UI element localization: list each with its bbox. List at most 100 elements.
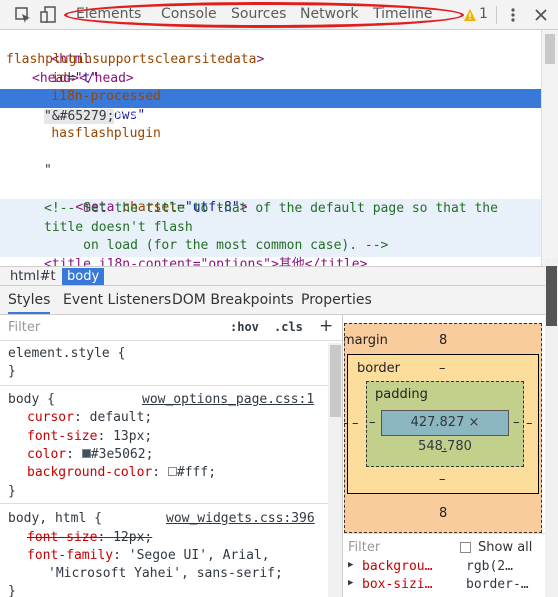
prop-value: 'Segoe UI', Arial,: [128, 548, 270, 563]
margin-top-value[interactable]: 8: [439, 333, 447, 348]
tree-line-title[interactable]: <title i18n-content="options">其他</title>: [44, 256, 367, 266]
tag-close: >: [256, 52, 265, 67]
computed-scrollbar[interactable]: [545, 258, 558, 597]
body-rule[interactable]: body { wow_options_page.css:1 cursor: de…: [0, 388, 328, 504]
style-property[interactable]: font-family: 'Segoe UI', Arial,: [27, 547, 270, 565]
padding-left-value[interactable]: –: [369, 415, 376, 430]
show-all-checkbox[interactable]: [460, 542, 471, 553]
border-label: border: [357, 361, 400, 376]
border-right-value[interactable]: –: [526, 416, 533, 431]
prop-name: font-family: [27, 548, 114, 563]
computed-row[interactable]: ▶ backgrou… rgb(2…: [344, 559, 558, 577]
prop-name: background-color: [27, 465, 153, 480]
more-icon[interactable]: [504, 6, 522, 24]
styles-scrollbar[interactable]: [328, 343, 342, 597]
styles-filter-input[interactable]: Filter: [8, 320, 40, 335]
prop-value: #3e5062;: [90, 447, 154, 462]
border-bottom-value[interactable]: –: [439, 472, 446, 487]
text-node: "&#65279;: [44, 109, 115, 124]
padding-right-value[interactable]: –: [513, 415, 520, 430]
styles-filter-row: Filter :hov .cls +: [0, 315, 342, 341]
rule-source-link[interactable]: wow_options_page.css:1: [142, 391, 314, 409]
dollar-zero: == $0: [131, 108, 171, 124]
tab-sources[interactable]: Sources: [231, 6, 286, 22]
close-icon[interactable]: [532, 6, 550, 24]
sidebar-tabs: Styles Event Listeners DOM Breakpoints P…: [0, 286, 558, 315]
element-style-rule[interactable]: element.style { }: [0, 343, 328, 386]
prop-name: cursor: [27, 410, 74, 425]
computed-list: ▶ backgrou… rgb(2… ▶ box-sizi… border-…: [344, 559, 558, 595]
style-property[interactable]: font-size: 13px;: [27, 428, 152, 446]
tab-properties[interactable]: Properties: [301, 292, 372, 308]
color-swatch[interactable]: [81, 449, 91, 458]
computed-pane: margin 8 – 8 border – – – – padding – – …: [344, 315, 558, 597]
style-property[interactable]: cursor: default;: [27, 409, 152, 427]
tab-event-listeners[interactable]: Event Listeners: [63, 292, 171, 308]
border-top-value[interactable]: –: [439, 361, 446, 376]
prop-value: default;: [89, 410, 153, 425]
expand-arrow-icon[interactable]: ▶: [348, 578, 353, 588]
scrollbar-thumb[interactable]: [545, 34, 555, 64]
tree-line-comment-3: on load (for the most common case). -->: [44, 238, 389, 253]
tab-elements[interactable]: Elements: [76, 6, 141, 22]
padding-label: padding: [375, 387, 428, 402]
style-property-continuation: 'Microsoft Yahei', sans-serif;: [48, 566, 283, 581]
tab-network[interactable]: Network: [300, 6, 358, 22]
expand-arrow-icon[interactable]: ▶: [348, 560, 353, 570]
prop-name: font-size: [27, 530, 98, 545]
rule-selector: body {: [8, 392, 55, 407]
computed-filter-row: Filter Show all: [344, 533, 558, 559]
breadcrumb: html#t body: [0, 266, 558, 286]
tree-line-comment[interactable]: <!-- Set the title to that of the defaul…: [44, 200, 498, 218]
styles-pane: Filter :hov .cls + element.style { } bod…: [0, 315, 343, 597]
elements-scrollbar[interactable]: [541, 30, 558, 266]
attr-name: flashpluginsupportsclearsitedata: [6, 52, 257, 67]
margin-label: margin: [344, 333, 388, 348]
prop-value: 12px;: [113, 530, 153, 545]
tab-timeline[interactable]: Timeline: [373, 6, 433, 22]
style-property-overridden[interactable]: font-size: 12px;: [27, 529, 152, 547]
box-model-border[interactable]: border – – – – padding – – – 427.827 × 5…: [347, 354, 539, 494]
computed-prop-value: rgb(2…: [466, 559, 513, 574]
device-mode-icon[interactable]: [40, 6, 58, 24]
body-html-rule[interactable]: body, html { wow_widgets.css:396 font-si…: [0, 507, 328, 597]
computed-filter-input[interactable]: Filter: [348, 540, 380, 555]
computed-prop-name: backgrou…: [362, 559, 433, 574]
rule-selector: body, html {: [8, 511, 102, 526]
tree-line-comment-2: title doesn't flash: [44, 220, 193, 235]
prop-name: color: [27, 447, 67, 462]
cls-toggle[interactable]: .cls: [274, 320, 303, 334]
hov-toggle[interactable]: :hov: [230, 320, 259, 334]
show-all-label: Show all: [478, 540, 533, 555]
style-property[interactable]: background-color: #fff;: [27, 464, 216, 482]
toolbar-divider: [496, 6, 497, 24]
scrollbar-thumb[interactable]: [546, 266, 557, 326]
add-rule-button[interactable]: +: [319, 316, 333, 336]
prop-value: #fff;: [176, 465, 217, 480]
inspect-icon[interactable]: [14, 6, 32, 24]
warning-icon[interactable]: [463, 8, 477, 22]
style-property[interactable]: color: #3e5062;: [27, 446, 153, 464]
scrollbar-thumb[interactable]: [330, 345, 341, 417]
tab-styles[interactable]: Styles: [8, 292, 51, 314]
tab-dom-breakpoints[interactable]: DOM Breakpoints: [172, 292, 294, 308]
rule-source-link[interactable]: wow_widgets.css:396: [166, 510, 315, 528]
prop-value: 13px;: [113, 429, 153, 444]
rule-close: }: [8, 584, 16, 597]
box-model-margin[interactable]: margin 8 – 8 border – – – – padding – – …: [344, 323, 542, 533]
tree-line-head[interactable]: <head></head>: [32, 70, 134, 88]
tree-line-text[interactable]: "&#65279;: [44, 108, 115, 126]
warning-count[interactable]: 1: [479, 6, 488, 22]
margin-bottom-value[interactable]: 8: [439, 506, 447, 521]
border-left-value[interactable]: –: [352, 416, 359, 431]
elements-tree: <html id="t" i18n-processed os="windows"…: [0, 30, 541, 266]
box-model-padding[interactable]: padding – – – 427.827 × 548.780: [366, 381, 524, 467]
breadcrumb-body[interactable]: body: [62, 268, 105, 285]
rule-close: }: [8, 484, 16, 499]
box-model-content[interactable]: 427.827 × 548.780: [381, 410, 509, 454]
tree-line-text-end[interactable]: ": [44, 162, 52, 180]
breadcrumb-html[interactable]: html#t: [5, 268, 61, 285]
computed-row[interactable]: ▶ box-sizi… border-…: [344, 577, 558, 595]
color-swatch[interactable]: [167, 467, 177, 476]
tab-console[interactable]: Console: [161, 6, 217, 22]
